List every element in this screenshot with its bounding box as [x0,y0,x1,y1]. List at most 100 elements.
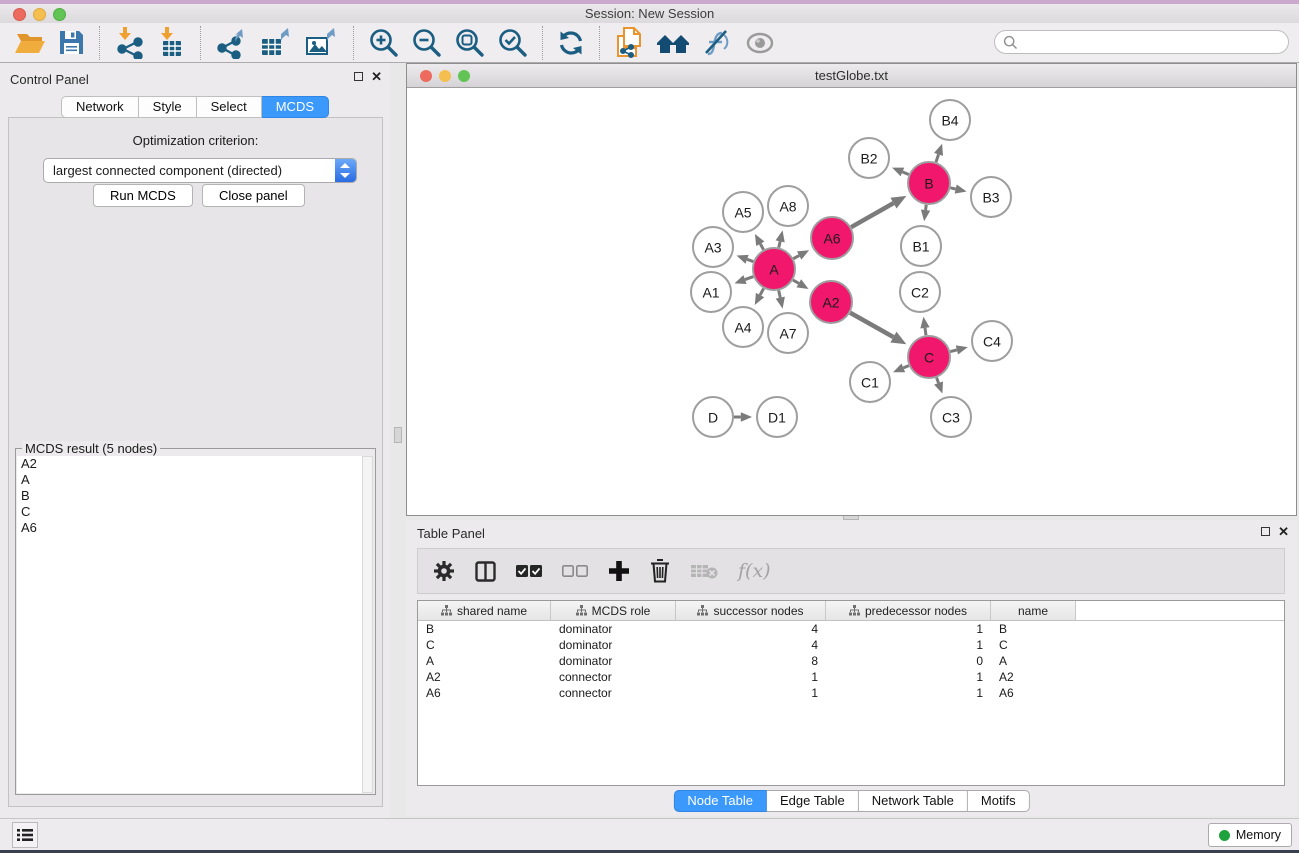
table-cell[interactable]: dominator [551,637,676,653]
open-session-button[interactable] [14,29,46,57]
float-table-panel-icon[interactable] [1261,527,1270,536]
table-cell[interactable]: connector [551,685,676,701]
table-row[interactable]: Adominator80A [418,653,1284,669]
edge-A-A2[interactable] [793,280,799,283]
edge-A2-C[interactable] [850,313,893,337]
table-cell[interactable]: 1 [826,621,991,637]
control-tab-style[interactable]: Style [139,96,197,118]
table-cell[interactable]: B [418,621,551,637]
refresh-button[interactable] [557,29,585,57]
close-window-button[interactable] [13,8,26,21]
tab-node-table[interactable]: Node Table [673,790,767,812]
clone-network-button[interactable] [614,26,644,60]
delete-table-button[interactable] [690,562,718,580]
home-button[interactable] [656,30,690,56]
result-item[interactable]: B [17,488,362,504]
function-builder-button[interactable]: f(x) [738,560,771,582]
edge-A-A6[interactable] [793,256,799,259]
search-box[interactable] [994,30,1289,54]
result-item[interactable]: A6 [17,520,362,536]
edge-A-A5[interactable] [760,244,763,250]
node-table[interactable]: shared nameMCDS rolesuccessor nodesprede… [417,600,1285,786]
export-network-button[interactable] [215,27,247,59]
edge-A-A8[interactable] [779,241,780,247]
minimize-window-button[interactable] [33,8,46,21]
edge-A-A3[interactable] [747,259,753,261]
close-panel-icon[interactable]: ✕ [371,72,382,81]
column-header-predecessor-nodes[interactable]: predecessor nodes [826,601,991,620]
task-history-button[interactable] [12,822,38,848]
table-cell[interactable]: A6 [991,685,1076,701]
import-table-button[interactable] [156,27,186,59]
deselect-all-button[interactable] [562,565,588,578]
table-cell[interactable]: dominator [551,621,676,637]
result-item[interactable]: A [17,472,362,488]
network-window-titlebar[interactable]: testGlobe.txt [407,64,1296,88]
table-cell[interactable]: A [991,653,1076,669]
table-cell[interactable]: dominator [551,653,676,669]
edge-B-B3[interactable] [950,188,955,189]
edge-C-C2[interactable] [925,328,926,335]
export-image-button[interactable] [305,27,339,59]
mcds-result-list[interactable]: A2ABCA6 [17,456,363,793]
table-cell[interactable]: 4 [676,637,826,653]
network-zoom-button[interactable] [458,70,470,82]
edge-A6-B[interactable] [851,203,893,227]
create-column-button[interactable] [608,560,630,582]
table-settings-button[interactable] [433,560,455,582]
column-header-shared-name[interactable]: shared name [418,601,551,620]
edge-C-C1[interactable] [903,366,908,368]
float-panel-icon[interactable] [354,72,363,81]
edge-C-C3[interactable] [937,378,939,383]
close-table-panel-icon[interactable]: ✕ [1278,527,1289,536]
table-row[interactable]: A6connector11A6 [418,685,1284,701]
column-header-successor-nodes[interactable]: successor nodes [676,601,826,620]
network-minimize-button[interactable] [439,70,451,82]
edge-A-A4[interactable] [760,288,764,295]
table-cell[interactable]: 1 [826,637,991,653]
zoom-in-button[interactable] [368,27,399,58]
table-cell[interactable]: B [991,621,1076,637]
table-cell[interactable]: A [418,653,551,669]
memory-button[interactable]: Memory [1208,823,1292,847]
table-cell[interactable]: C [991,637,1076,653]
result-item[interactable]: C [17,504,362,520]
import-network-button[interactable] [114,27,144,59]
table-cell[interactable]: 1 [826,669,991,685]
table-cell[interactable]: 4 [676,621,826,637]
network-graph[interactable]: AA1A2A3A4A5A6A7A8BB1B2B3B4CC1C2C3C4DD1 [408,88,1296,515]
result-item[interactable]: A2 [17,456,362,472]
table-cell[interactable]: A2 [991,669,1076,685]
search-input[interactable] [1018,35,1288,50]
control-tab-select[interactable]: Select [197,96,262,118]
tab-motifs[interactable]: Motifs [968,790,1030,812]
edge-A-A7[interactable] [779,290,781,297]
vertical-split-grip[interactable] [394,427,402,443]
table-cell[interactable]: 0 [826,653,991,669]
edge-B-B1[interactable] [926,205,927,210]
table-cell[interactable]: 8 [676,653,826,669]
result-scrollbar[interactable] [362,456,373,793]
control-tab-network[interactable]: Network [61,96,139,118]
table-row[interactable]: A2connector11A2 [418,669,1284,685]
edge-B-B4[interactable] [936,154,939,162]
close-panel-button[interactable]: Close panel [202,184,305,207]
save-session-button[interactable] [58,29,85,56]
criterion-dropdown[interactable]: largest connected component (directed) [43,158,357,183]
table-cell[interactable]: A2 [418,669,551,685]
network-close-button[interactable] [420,70,432,82]
table-cell[interactable]: C [418,637,551,653]
table-row[interactable]: Cdominator41C [418,637,1284,653]
zoom-out-button[interactable] [411,27,442,58]
control-tab-mcds[interactable]: MCDS [262,96,329,118]
network-canvas[interactable]: AA1A2A3A4A5A6A7A8BB1B2B3B4CC1C2C3C4DD1 [408,88,1296,515]
edge-B-B2[interactable] [902,172,908,175]
table-cell[interactable]: 1 [676,669,826,685]
table-cell[interactable]: 1 [676,685,826,701]
table-cell[interactable]: 1 [826,685,991,701]
edge-C-C4[interactable] [950,350,957,352]
run-mcds-button[interactable]: Run MCDS [93,184,193,207]
zoom-selected-button[interactable] [497,27,528,58]
label-visibility-button[interactable] [702,29,732,57]
tab-network-table[interactable]: Network Table [859,790,968,812]
